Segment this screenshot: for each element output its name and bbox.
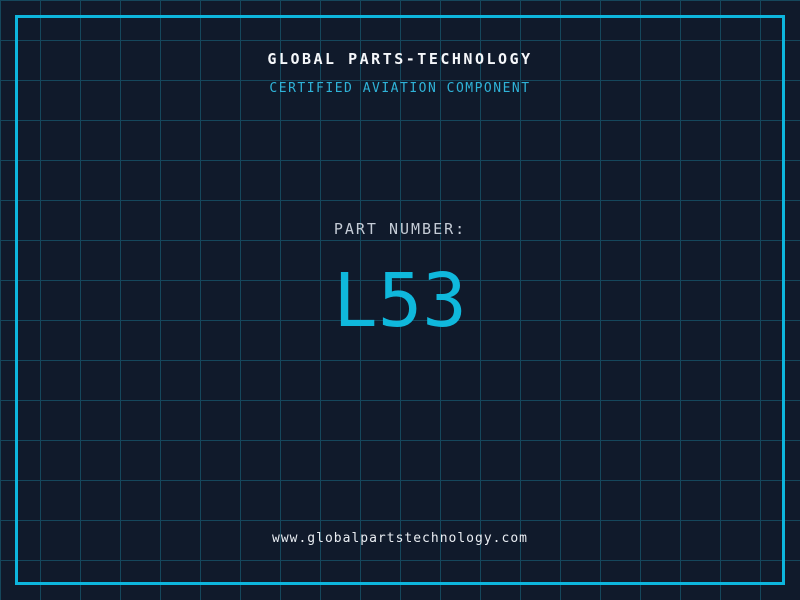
certificate-page: GLOBAL PARTS-TECHNOLOGY CERTIFIED AVIATI…	[0, 0, 800, 600]
website-url: www.globalpartstechnology.com	[272, 531, 528, 546]
part-number-value: L53	[333, 258, 467, 344]
company-title: GLOBAL PARTS-TECHNOLOGY	[267, 50, 533, 68]
certification-subtitle: CERTIFIED AVIATION COMPONENT	[269, 81, 531, 96]
part-number-label: PART NUMBER:	[333, 220, 467, 238]
